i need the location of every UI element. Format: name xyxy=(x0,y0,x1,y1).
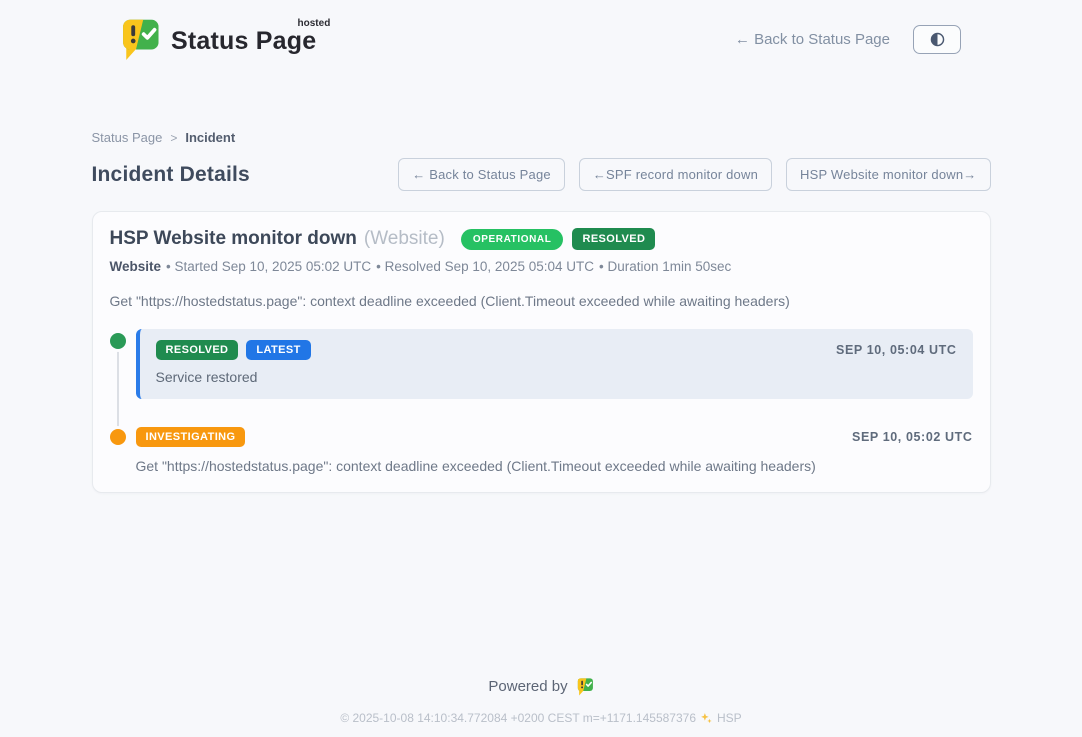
breadcrumb: Status Page > Incident xyxy=(92,130,991,145)
copyright-brand: HSP xyxy=(717,711,742,725)
timeline-latest-update-box: RESOLVED LATEST SEP 10, 05:04 UTC Servic… xyxy=(136,329,973,399)
main-content: Status Page > Incident Incident Details … xyxy=(92,130,991,493)
next-incident-button[interactable]: HSP Website monitor down→ xyxy=(786,158,990,191)
contrast-icon xyxy=(929,31,946,48)
timeline-timestamp: SEP 10, 05:02 UTC xyxy=(852,430,972,444)
timeline-dot-resolved xyxy=(110,333,126,349)
investigating-badge: INVESTIGATING xyxy=(136,427,246,447)
app-logo[interactable]: hosted Status Page xyxy=(119,17,316,61)
incident-timeline: RESOLVED LATEST SEP 10, 05:04 UTC Servic… xyxy=(110,329,973,474)
timeline-connector-line xyxy=(117,342,119,436)
back-to-status-page-link[interactable]: ← Back to Status Page xyxy=(735,31,890,48)
meta-resolved: • Resolved Sep 10, 2025 05:04 UTC xyxy=(376,259,594,274)
timeline-entry-header: INVESTIGATING SEP 10, 05:02 UTC xyxy=(136,427,973,447)
logo-title: Status Page xyxy=(171,27,316,55)
timeline-dot-investigating xyxy=(110,429,126,445)
breadcrumb-incident: Incident xyxy=(185,130,235,145)
header-actions: ← Back to Status Page xyxy=(735,25,961,54)
incident-title: HSP Website monitor down xyxy=(110,228,357,250)
copyright-text: © 2025-10-08 14:10:34.772084 +0200 CEST … xyxy=(340,711,696,725)
powered-by: Powered by xyxy=(0,677,1082,696)
title-row: Incident Details ← Back to Status Page ←… xyxy=(92,158,991,191)
resolved-badge: RESOLVED xyxy=(156,340,239,360)
prev-incident-button[interactable]: ←SPF record monitor down xyxy=(579,158,772,191)
theme-toggle-button[interactable] xyxy=(913,25,961,54)
status-page-logo-icon xyxy=(119,17,161,61)
timeline-message: Service restored xyxy=(156,369,957,385)
latest-badge: LATEST xyxy=(246,340,310,360)
timeline-entry: RESOLVED LATEST SEP 10, 05:04 UTC Servic… xyxy=(110,329,973,399)
powered-by-label: Powered by xyxy=(488,678,567,695)
timeline-entry-header: RESOLVED LATEST SEP 10, 05:04 UTC xyxy=(156,340,957,360)
timeline-message: Get "https://hostedstatus.page": context… xyxy=(136,458,973,474)
timeline-timestamp: SEP 10, 05:04 UTC xyxy=(836,343,956,357)
page-title: Incident Details xyxy=(92,163,250,187)
sparkles-icon xyxy=(700,712,713,725)
footer: Powered by © 2025-10-08 14:10:34.772084 … xyxy=(0,677,1082,725)
incident-title-row: HSP Website monitor down (Website) OPERA… xyxy=(110,228,973,250)
header: hosted Status Page ← Back to Status Page xyxy=(0,0,1082,64)
meta-duration: • Duration 1min 50sec xyxy=(599,259,731,274)
logo-hosted-label: hosted xyxy=(298,18,331,29)
resolved-state-badge: RESOLVED xyxy=(572,228,655,250)
logo-text-block: hosted Status Page xyxy=(171,27,316,56)
timeline-entry-content: RESOLVED LATEST SEP 10, 05:04 UTC Servic… xyxy=(136,329,973,399)
operational-status-badge: OPERATIONAL xyxy=(461,229,564,250)
meta-started: • Started Sep 10, 2025 05:02 UTC xyxy=(166,259,371,274)
incident-description: Get "https://hostedstatus.page": context… xyxy=(110,293,973,309)
timeline-entry-content: INVESTIGATING SEP 10, 05:02 UTC Get "htt… xyxy=(136,425,973,474)
hsp-logo-icon[interactable] xyxy=(576,677,594,696)
copyright: © 2025-10-08 14:10:34.772084 +0200 CEST … xyxy=(0,711,1082,725)
breadcrumb-separator: > xyxy=(170,131,177,145)
incident-card: HSP Website monitor down (Website) OPERA… xyxy=(92,211,991,493)
timeline-entry: INVESTIGATING SEP 10, 05:02 UTC Get "htt… xyxy=(110,425,973,474)
back-to-status-page-button[interactable]: ← Back to Status Page xyxy=(398,158,565,191)
incident-nav-buttons: ← Back to Status Page ←SPF record monito… xyxy=(398,158,990,191)
incident-scope: (Website) xyxy=(364,228,445,250)
breadcrumb-status-page[interactable]: Status Page xyxy=(92,130,163,145)
meta-service-name: Website xyxy=(110,259,162,274)
incident-meta: Website • Started Sep 10, 2025 05:02 UTC… xyxy=(110,259,973,274)
